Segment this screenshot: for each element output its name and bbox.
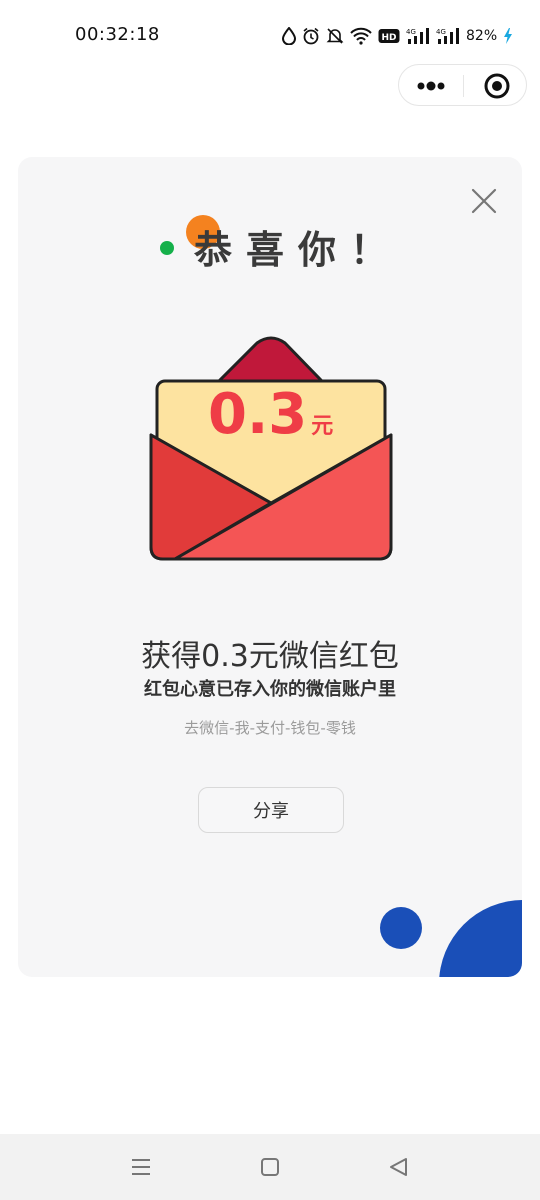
nav-home-button[interactable]: [253, 1150, 287, 1184]
share-button[interactable]: 分享: [198, 787, 344, 833]
close-button[interactable]: [468, 185, 500, 217]
status-icons: HD 4G 4G 82%: [282, 24, 513, 48]
status-bar: 00:32:18 HD 4G 4G 82%: [0, 0, 540, 72]
signal-icon: 4G: [406, 28, 429, 44]
red-packet-card: 恭喜你！ 0.3 元 获得0.3元微信红包 红包心意已存入你的微信账户里 去微信…: [18, 157, 522, 977]
nav-back-button[interactable]: [382, 1150, 416, 1184]
wallet-path-hint: 去微信-我-支付-钱包-零钱: [184, 719, 356, 737]
exit-miniprogram-button[interactable]: [464, 65, 527, 105]
decor-green-dot: [160, 241, 174, 255]
wifi-icon: [350, 27, 372, 45]
hd-label: HD: [381, 33, 396, 43]
signal-icon: 4G: [436, 28, 459, 44]
status-time: 00:32:18: [75, 24, 160, 45]
more-dots-icon: [417, 81, 445, 91]
reward-headline: 获得0.3元微信红包: [141, 639, 399, 674]
drop-icon: [282, 27, 296, 45]
target-circle-icon: [484, 73, 510, 99]
back-triangle-icon: [390, 1158, 407, 1176]
battery-level: 82%: [466, 28, 498, 44]
amount-unit: 元: [311, 414, 334, 439]
amount-value: 0.3: [208, 382, 308, 447]
more-button[interactable]: [399, 65, 463, 105]
reward-subline: 红包心意已存入你的微信账户里: [144, 679, 396, 700]
congrats-title: 恭喜你！: [194, 228, 403, 272]
network-label: 4G: [436, 28, 446, 36]
envelope-amount: 0.3 元: [208, 387, 348, 457]
hd-icon: HD: [378, 29, 400, 43]
menu-icon: [132, 1159, 150, 1175]
alarm-icon: [303, 27, 319, 45]
close-icon: [471, 188, 497, 214]
miniprogram-capsule: [398, 64, 527, 106]
system-nav-bar: [0, 1134, 540, 1200]
home-square-icon: [261, 1158, 279, 1176]
red-envelope-illustration: 0.3 元: [149, 335, 393, 561]
nav-menu-button[interactable]: [124, 1150, 158, 1184]
decor-blue-large-circle: [439, 900, 522, 977]
network-label: 4G: [406, 28, 416, 36]
decor-blue-small-circle: [380, 907, 422, 949]
share-button-label: 分享: [253, 801, 289, 822]
mute-icon: [326, 28, 344, 44]
charging-icon: [504, 28, 513, 44]
